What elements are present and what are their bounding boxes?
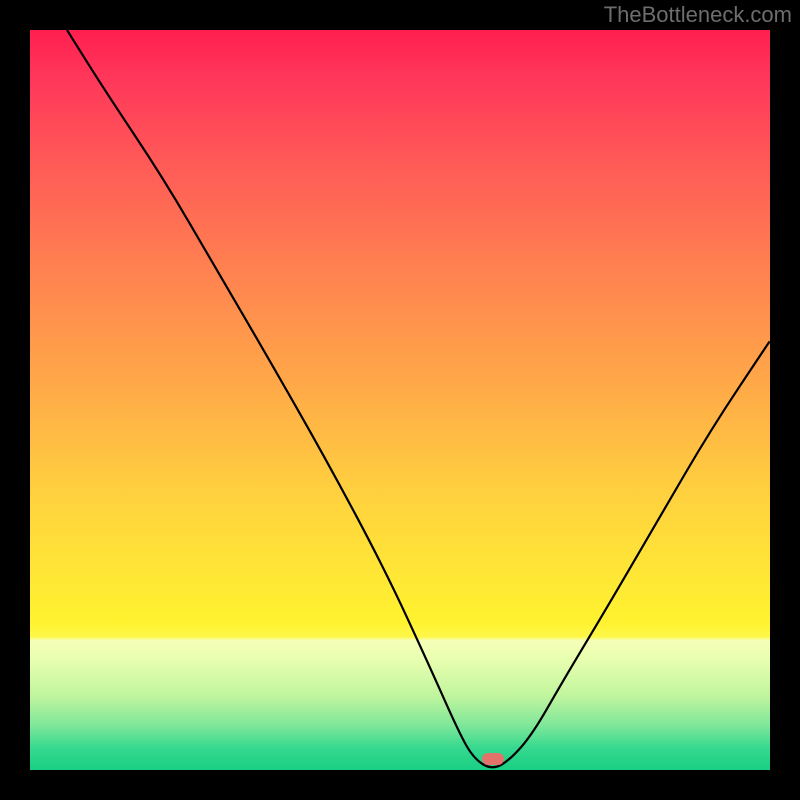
plot-area xyxy=(30,30,770,770)
chart-frame: TheBottleneck.com xyxy=(0,0,800,800)
watermark-text: TheBottleneck.com xyxy=(604,2,792,28)
curve-path xyxy=(67,30,770,767)
bottleneck-curve xyxy=(30,30,770,770)
optimum-marker xyxy=(482,753,504,765)
